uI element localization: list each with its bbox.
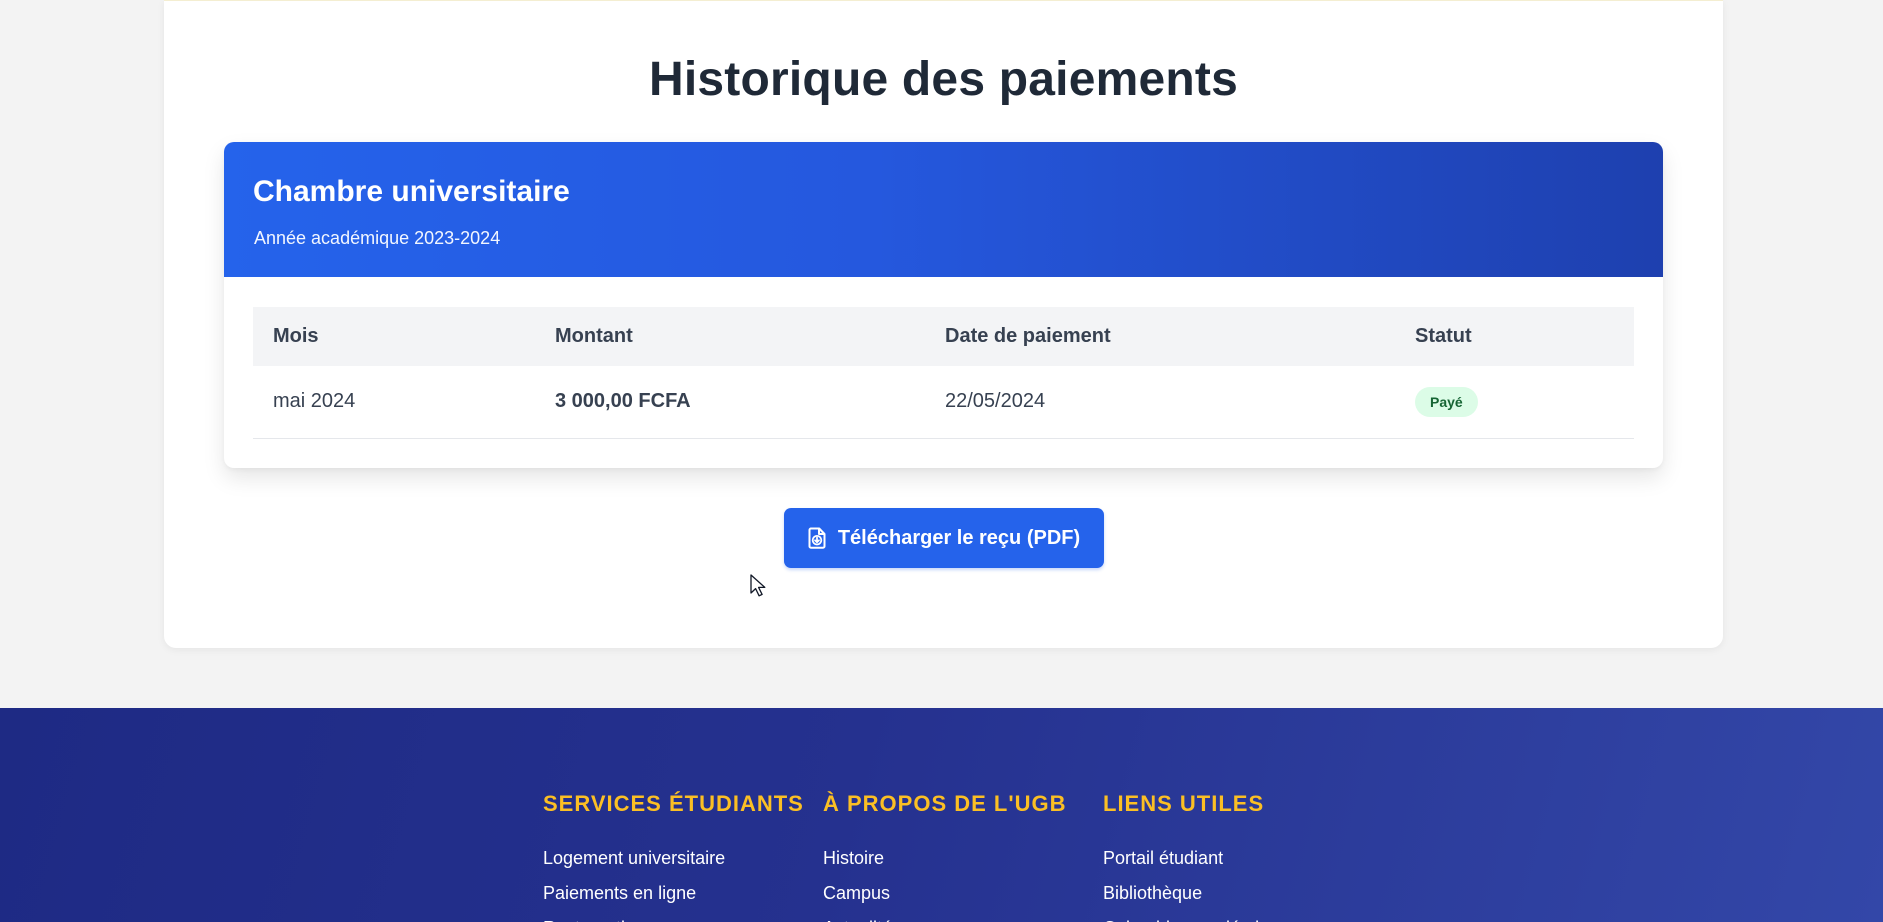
month-column-header: Mois	[253, 307, 535, 366]
status-badge: Payé	[1415, 386, 1478, 417]
useful-links-footer-column: LIENS UTILES Portail étudiant Bibliothèq…	[1103, 790, 1289, 922]
month-cell: mai 2024	[253, 366, 535, 439]
student-services-footer-column: SERVICES ÉTUDIANTS Logement universitair…	[543, 790, 804, 922]
site-footer: SERVICES ÉTUDIANTS Logement universitair…	[0, 708, 1883, 922]
footer-link-student-portal[interactable]: Portail étudiant	[1103, 841, 1289, 876]
footer-link-campus[interactable]: Campus	[823, 876, 1066, 911]
file-download-icon	[808, 527, 826, 549]
academic-year: Année académique 2023-2024	[254, 228, 501, 248]
footer-link-library[interactable]: Bibliothèque	[1103, 876, 1289, 911]
table-row: mai 2024 3 000,00 FCFA 22/05/2024 Payé	[253, 366, 1634, 439]
payment-date-column-header: Date de paiement	[925, 307, 1395, 366]
payment-card-header: Chambre universitaire Année académique 2…	[224, 142, 1663, 277]
payment-table: Mois Montant Date de paiement Statut mai…	[253, 307, 1634, 439]
footer-link-academic-calendar[interactable]: Calendrier académique	[1103, 911, 1289, 922]
download-receipt-label: Télécharger le reçu (PDF)	[837, 526, 1081, 549]
payment-table-body: mai 2024 3 000,00 FCFA 22/05/2024 Payé	[253, 366, 1634, 439]
footer-link-university-housing[interactable]: Logement universitaire	[543, 841, 804, 876]
payment-table-header: Mois Montant Date de paiement Statut	[253, 307, 1634, 366]
payment-card-title: Chambre universitaire	[253, 175, 570, 208]
footer-heading-about-ugb: À PROPOS DE L'UGB	[823, 791, 1067, 816]
payment-table-header-row: Mois Montant Date de paiement Statut	[253, 307, 1634, 366]
payment-date-cell: 22/05/2024	[925, 366, 1395, 439]
status-cell: Payé	[1395, 366, 1634, 439]
page-title: Historique des paiements	[649, 53, 1238, 106]
room-payment-card: Chambre universitaire Année académique 2…	[224, 142, 1663, 468]
amount-cell: 3 000,00 FCFA	[535, 366, 925, 439]
about-ugb-footer-column: À PROPOS DE L'UGB Histoire Campus Actual…	[823, 790, 1066, 922]
download-receipt-button[interactable]: Télécharger le reçu (PDF)	[784, 508, 1104, 568]
footer-link-online-payments[interactable]: Paiements en ligne	[543, 876, 804, 911]
payment-history-card: Historique des paiements Chambre univers…	[164, 0, 1723, 648]
footer-link-restauration[interactable]: Restauration	[543, 911, 804, 922]
payment-history-page: Historique des paiements Chambre univers…	[0, 0, 1883, 922]
footer-heading-useful-links: LIENS UTILES	[1103, 791, 1265, 816]
footer-link-news[interactable]: Actualités	[823, 911, 1066, 922]
footer-heading-student-services: SERVICES ÉTUDIANTS	[543, 791, 804, 816]
footer-link-history[interactable]: Histoire	[823, 841, 1066, 876]
amount-column-header: Montant	[535, 307, 925, 366]
status-column-header: Statut	[1395, 307, 1634, 366]
